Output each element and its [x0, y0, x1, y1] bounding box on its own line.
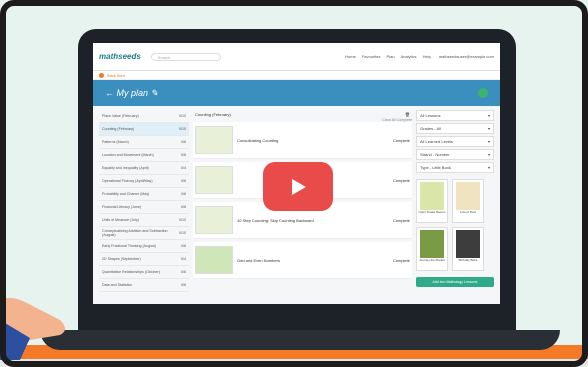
chevron-down-icon: ▾: [487, 165, 490, 170]
top-bar: mathseeds Search Home Favourites Plan An…: [93, 43, 500, 71]
month-title: Counting (February): [195, 111, 231, 117]
month-item[interactable]: Place Value (February) 0/10: [99, 110, 189, 123]
month-list: Place Value (February) 0/10 Counting (Feb…: [99, 110, 189, 292]
filter-select[interactable]: Grades - All ▾: [416, 123, 494, 134]
back-arrow-icon[interactable]: ←: [105, 88, 114, 98]
nav-links: Home Favourites Plan Analytics Help: [345, 54, 431, 59]
app-logo[interactable]: mathseeds: [99, 52, 141, 61]
resource-card[interactable]: Journey the Market: [416, 227, 448, 271]
chevron-down-icon: ▾: [487, 152, 490, 157]
month-item[interactable]: Counting (February) 0/10: [99, 123, 189, 136]
chevron-down-icon: ▾: [487, 126, 490, 131]
lesson-item[interactable]: Consolidating Counting Complete: [193, 122, 412, 159]
complete-checkbox[interactable]: Complete: [393, 218, 410, 223]
play-button[interactable]: [263, 162, 333, 211]
month-item[interactable]: Equality and Inequality (April) 0/4: [99, 162, 189, 175]
lesson-thumbnail: [195, 166, 233, 194]
add-lessons-button[interactable]: Add two Mathology Lessons: [416, 277, 494, 287]
nav-favourites[interactable]: Favourites: [362, 54, 381, 59]
resource-card[interactable]: Birthday Bobs: [452, 227, 484, 271]
filter-select[interactable]: All Learned Levels ▾: [416, 136, 494, 147]
search-input[interactable]: Search: [150, 52, 221, 61]
nav-analytics[interactable]: Analytics: [401, 54, 417, 59]
lesson-thumbnail: [195, 246, 233, 274]
lesson-title: Consolidating Counting: [237, 137, 279, 143]
month-item[interactable]: Early Fractional Thinking (August) 0/6: [99, 240, 189, 253]
page-title: My plan: [116, 88, 149, 98]
info-icon[interactable]: [478, 88, 488, 98]
complete-checkbox[interactable]: Complete: [393, 178, 410, 183]
month-item[interactable]: Data and Statistics 0/6: [99, 279, 189, 292]
resource-card[interactable]: Open Snake Racers: [416, 179, 448, 223]
trash-icon[interactable]: 🗑: [405, 112, 410, 117]
complete-checkbox[interactable]: Complete: [393, 138, 410, 143]
page-header: ← My plan ✎: [93, 80, 500, 106]
filter-select[interactable]: All Lessons ▾: [416, 110, 494, 121]
month-item[interactable]: Financial Literacy (June) 0/6: [99, 201, 189, 214]
complete-checkbox[interactable]: Complete: [393, 258, 410, 263]
bottom-strip: [0, 359, 588, 367]
lesson-thumbnail: [195, 206, 233, 234]
lesson-thumbnail: [195, 126, 233, 154]
month-item[interactable]: Quantitative Relationships (October) 0/6: [99, 266, 189, 279]
month-item[interactable]: 2D Shapes (September) 0/4: [99, 253, 189, 266]
month-item[interactable]: Operational Fluency (April/May) 0/6: [99, 175, 189, 188]
lesson-item[interactable]: Odd and Even Numbers Complete: [193, 242, 412, 279]
resource-cards: Open Snake Racers Lots of Dots Journey t…: [416, 179, 494, 271]
laptop-base: [40, 330, 560, 350]
lesson-list-header: Counting (February) 🗑: [193, 110, 412, 118]
filter-select[interactable]: Strand - Number ▾: [416, 149, 494, 160]
pencil-icon[interactable]: ✎: [148, 88, 159, 99]
lesson-title: Odd and Even Numbers: [237, 257, 280, 263]
alert-icon: [99, 72, 104, 78]
lesson-title: 10 Step Counting: Skip Counting Backward: [237, 217, 314, 223]
month-item[interactable]: Conceptualising Addition and Subtraction…: [99, 227, 189, 240]
play-icon: [292, 178, 306, 195]
chevron-down-icon: ▾: [487, 113, 490, 118]
resource-card[interactable]: Lots of Dots: [452, 179, 484, 223]
nav-home[interactable]: Home: [345, 54, 356, 59]
month-item[interactable]: Location and Movement (March) 0/6: [99, 149, 189, 162]
filter-select[interactable]: Type - Little Book ▾: [416, 162, 494, 173]
filter-panel: All Lessons ▾ Grades - All ▾ All Learned L…: [416, 110, 494, 292]
alert-label[interactable]: Back Alert: [107, 73, 125, 78]
alert-bar: Back Alert: [93, 71, 500, 80]
month-item[interactable]: Patterns (March) 0/6: [99, 136, 189, 149]
nav-plan[interactable]: Plan: [387, 54, 395, 59]
user-email[interactable]: mathseedsuser@example.com: [439, 54, 494, 59]
chevron-down-icon: ▾: [487, 139, 490, 144]
month-item[interactable]: Probability and Chance (May) 0/6: [99, 188, 189, 201]
nav-help[interactable]: Help: [423, 54, 431, 59]
month-item[interactable]: Units of Measure (July) 0/10: [99, 214, 189, 227]
